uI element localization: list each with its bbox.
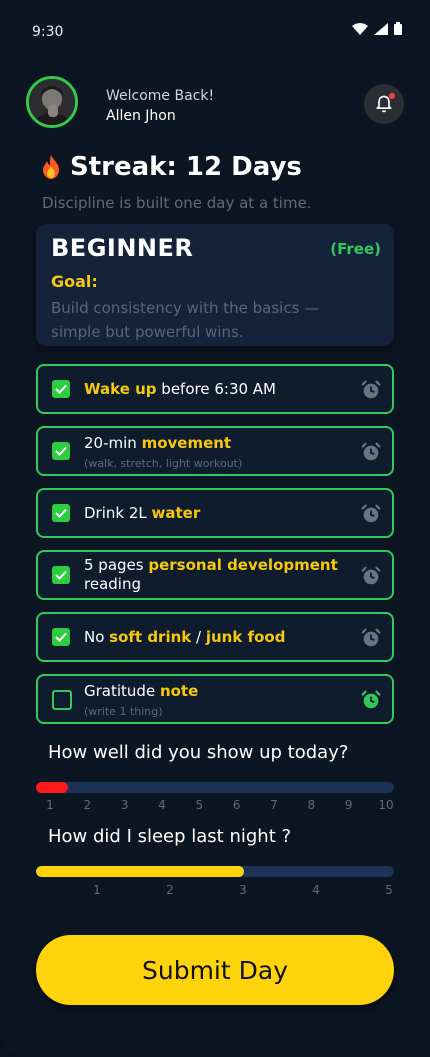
level-tag: (Free) [330, 240, 381, 258]
task-item-wake-up[interactable]: Wake up before 6:30 AM [36, 364, 394, 414]
task-checkbox[interactable] [52, 566, 70, 584]
status-time: 9:30 [32, 24, 64, 40]
task-label: Drink 2L water [84, 504, 201, 522]
task-item-reading[interactable]: 5 pages personal development reading [36, 550, 394, 600]
rating-slider[interactable] [36, 782, 394, 793]
status-bar: 9:30 [0, 0, 430, 60]
rating-tick-label: 3 [120, 798, 129, 812]
sleep-tick-label: 3 [239, 883, 247, 897]
task-item-gratitude[interactable]: Gratitude note (write 1 thing) [36, 674, 394, 724]
rating-tick-label: 5 [195, 798, 204, 812]
checkmark-icon [55, 632, 67, 642]
notifications-button[interactable] [364, 84, 404, 124]
goal-text: Build consistency with the basics — simp… [51, 299, 320, 341]
streak-tagline: Discipline is built one day at a time. [42, 194, 312, 212]
task-checkbox[interactable] [52, 504, 70, 522]
task-sublabel: (write 1 thing) [84, 705, 163, 718]
rating-question: How well did you show up today? [48, 742, 349, 763]
avatar[interactable] [26, 76, 78, 128]
task-checkbox[interactable] [52, 442, 70, 460]
task-label: Gratitude note (write 1 thing) [84, 682, 199, 718]
goal-label: Goal: [51, 272, 98, 291]
task-sublabel: (walk, stretch, light workout) [84, 457, 243, 470]
status-icons [352, 22, 402, 35]
task-item-movement[interactable]: 20-min movement (walk, stretch, light wor… [36, 426, 394, 476]
sleep-question: How did I sleep last night ? [48, 826, 292, 847]
task-label: 20-min movement (walk, stretch, light wor… [84, 434, 243, 470]
app-screen: 9:30 Welcome Back! Allen Jhon Streak: 12… [0, 0, 430, 1057]
checkmark-icon [55, 446, 67, 456]
rating-tick-label: 9 [344, 798, 353, 812]
battery-icon [394, 22, 402, 35]
profile-header: Welcome Back! Allen Jhon [26, 76, 404, 136]
rating-tick-label: 7 [270, 798, 278, 812]
rating-slider-fill [36, 782, 68, 793]
rating-tick-label: 1 [46, 798, 54, 812]
alarm-icon[interactable] [360, 503, 382, 525]
alarm-icon[interactable] [360, 565, 382, 587]
task-label: No soft drink / junk food [84, 628, 286, 646]
alarm-active-icon[interactable] [360, 689, 382, 711]
welcome-text: Welcome Back! [106, 88, 215, 104]
checkmark-icon [55, 570, 67, 580]
streak-heading: Streak: 12 Days [40, 152, 302, 182]
notification-dot [389, 93, 395, 99]
sleep-tick-label: 2 [166, 883, 174, 897]
checkmark-icon [55, 508, 67, 518]
rating-tick-label: 10 [378, 798, 394, 812]
rating-tick-label: 6 [232, 798, 241, 812]
checkmark-icon [55, 384, 67, 394]
wifi-icon [352, 22, 368, 35]
sleep-tick-label: 4 [312, 883, 320, 897]
sleep-slider[interactable] [36, 866, 394, 877]
sleep-tick-label: 5 [385, 883, 393, 897]
task-checkbox[interactable] [52, 380, 70, 398]
level-name: BEGINNER [51, 234, 194, 262]
fire-icon [43, 155, 59, 179]
sleep-slider-fill [36, 866, 244, 877]
alarm-icon[interactable] [360, 627, 382, 649]
signal-icon [374, 22, 388, 35]
task-item-water[interactable]: Drink 2L water [36, 488, 394, 538]
streak-title: Streak: 12 Days [70, 152, 302, 182]
level-card: BEGINNER (Free) Goal: Build consistency … [36, 224, 394, 346]
task-label: Wake up before 6:30 AM [84, 380, 276, 398]
rating-tick-label: 2 [83, 798, 92, 812]
rating-tick-label: 4 [158, 798, 166, 812]
submit-day-button[interactable]: Submit Day [36, 935, 394, 1005]
sleep-tick-label: 1 [93, 883, 101, 897]
username: Allen Jhon [106, 108, 176, 124]
task-label: 5 pages personal development reading [84, 556, 338, 593]
task-item-no-junk[interactable]: No soft drink / junk food [36, 612, 394, 662]
rating-tick-label: 8 [307, 798, 316, 812]
task-checkbox[interactable] [52, 690, 72, 710]
alarm-icon[interactable] [360, 441, 382, 463]
task-checkbox[interactable] [52, 628, 70, 646]
alarm-icon[interactable] [360, 379, 382, 401]
